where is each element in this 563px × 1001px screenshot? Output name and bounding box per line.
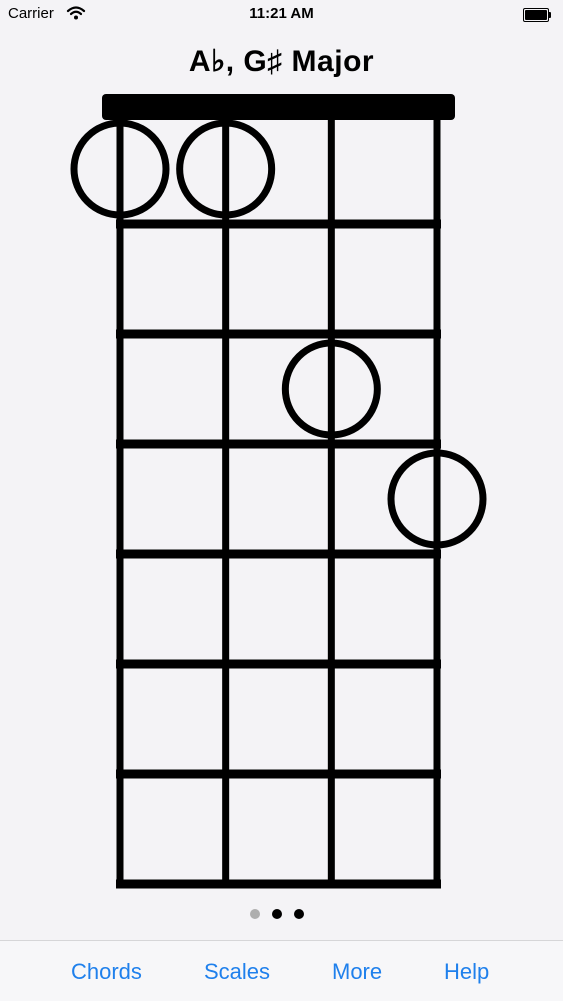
- tab-help[interactable]: Help: [444, 959, 489, 985]
- page-dot[interactable]: [250, 909, 260, 919]
- page-indicator[interactable]: [250, 909, 314, 921]
- tab-scales[interactable]: Scales: [204, 959, 270, 985]
- page-dot[interactable]: [294, 909, 304, 919]
- tab-chords[interactable]: Chords: [71, 959, 142, 985]
- tab-bar: Chords Scales More Help: [0, 940, 563, 1001]
- page-dot[interactable]: [272, 909, 282, 919]
- chord-diagram: [70, 94, 487, 889]
- tab-more[interactable]: More: [332, 959, 382, 985]
- nut: [102, 94, 455, 120]
